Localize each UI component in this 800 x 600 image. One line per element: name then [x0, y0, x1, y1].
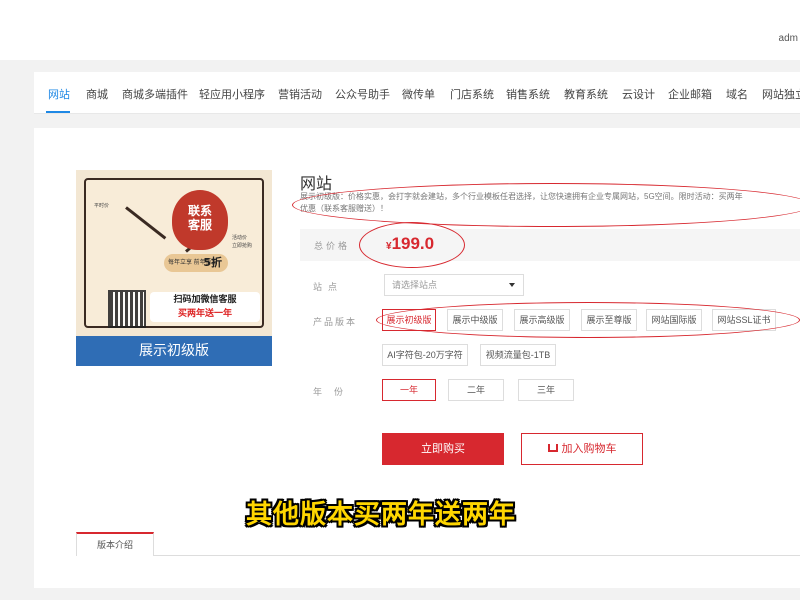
site-select[interactable]: 请选择站点	[384, 274, 524, 296]
nav-item-domain[interactable]: 域名	[726, 86, 748, 102]
year-option-3[interactable]: 三年	[518, 379, 574, 401]
nav-item-flyer[interactable]: 微传单	[402, 86, 435, 102]
year-label: 年份	[313, 387, 356, 397]
tab-divider	[154, 555, 800, 556]
qr-caption-line1: 扫码加微信客服	[173, 295, 237, 305]
product-image: 平时价 活动价 立即抢购 联系 客服 每年立享 前年折扣 5折 扫码加微信客服 …	[76, 170, 272, 366]
price-label: 总价格	[314, 241, 351, 251]
add-to-cart-button[interactable]: 加入购物车	[521, 433, 643, 465]
version-label: 产品版本	[313, 317, 358, 327]
qr-caption: 扫码加微信客服 买两年送一年	[150, 292, 260, 322]
poster-left-note: 平时价	[94, 203, 110, 209]
chevron-down-icon	[509, 283, 515, 287]
add-to-cart-label: 加入购物车	[561, 443, 617, 455]
nav-item-store[interactable]: 门店系统	[450, 86, 494, 102]
flame-text-2: 客服	[187, 218, 212, 232]
addon-ai-characters[interactable]: AI字符包-20万字符	[382, 344, 468, 366]
nav-item-official-account[interactable]: 公众号助手	[335, 86, 390, 102]
year-option-2[interactable]: 二年	[448, 379, 504, 401]
nav-item-miniapp[interactable]: 轻应用小程序	[199, 86, 265, 102]
product-nav: 网站 商城 商城多端插件 轻应用小程序 营销活动 公众号助手 微传单 门店系统 …	[34, 72, 800, 114]
highlight-price	[359, 222, 465, 268]
nav-item-website[interactable]: 网站	[48, 86, 70, 102]
top-bar: adm	[0, 0, 800, 60]
poster-right-note-2: 立即抢购	[232, 243, 253, 249]
tab-version-intro[interactable]: 版本介绍	[76, 532, 154, 556]
nav-item-marketing[interactable]: 营销活动	[278, 86, 322, 102]
site-select-value: 请选择站点	[392, 280, 438, 290]
highlight-description	[292, 183, 800, 227]
highlight-versions	[376, 302, 800, 338]
qr-caption-line2: 买两年送一年	[177, 309, 232, 319]
poster-hand-left	[125, 206, 167, 240]
addon-video-traffic[interactable]: 视频流量包-1TB	[480, 344, 556, 366]
discount-badge: 每年立享 前年折扣 5折	[164, 254, 228, 272]
poster-right-note-1: 活动价	[232, 235, 248, 241]
user-name[interactable]: adm	[779, 33, 798, 44]
nav-item-standalone[interactable]: 网站独立	[762, 86, 800, 102]
nav-item-sales[interactable]: 销售系统	[506, 86, 550, 102]
nav-item-education[interactable]: 教育系统	[564, 86, 608, 102]
site-label: 站点	[313, 282, 344, 292]
discount-badge-value: 5折	[203, 256, 222, 269]
product-poster: 平时价 活动价 立即抢购 联系 客服 每年立享 前年折扣 5折 扫码加微信客服 …	[84, 178, 264, 328]
product-image-banner: 展示初级版	[76, 336, 272, 366]
nav-item-cloud-design[interactable]: 云设计	[622, 86, 655, 102]
nav-item-email[interactable]: 企业邮箱	[668, 86, 712, 102]
flame-icon: 联系 客服	[172, 190, 228, 250]
qr-code-icon	[108, 290, 146, 328]
buy-now-button[interactable]: 立即购买	[382, 433, 504, 465]
year-option-1[interactable]: 一年	[382, 379, 436, 401]
flame-text-1: 联系	[187, 204, 212, 218]
video-subtitle: 其他版本买两年送两年	[246, 500, 517, 530]
cart-icon	[548, 444, 558, 452]
nav-item-mall[interactable]: 商城	[86, 86, 108, 102]
nav-item-mall-plugin[interactable]: 商城多端插件	[122, 86, 188, 102]
nav-active-indicator	[46, 111, 70, 113]
